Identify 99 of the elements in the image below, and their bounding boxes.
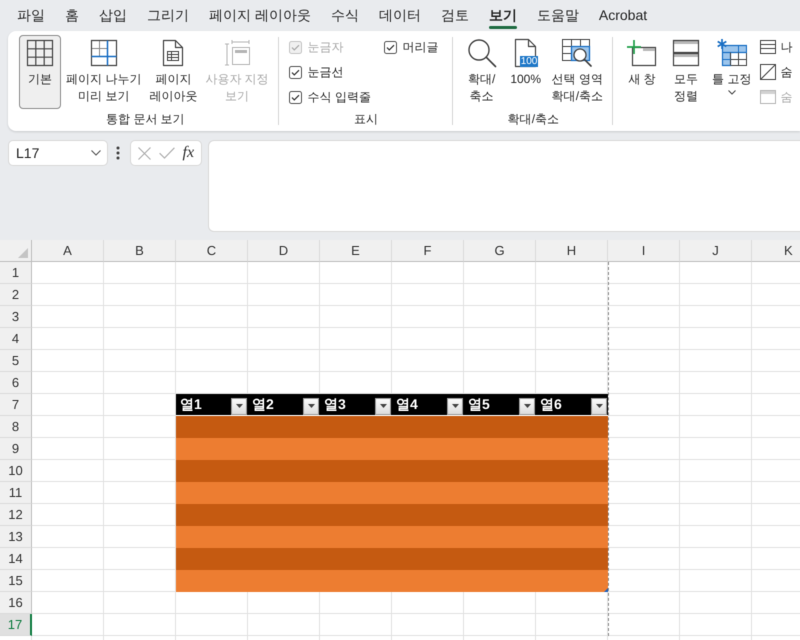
page-layout-icon: [162, 39, 184, 67]
row-header[interactable]: 9: [0, 438, 32, 460]
group-label: 통합 문서 보기: [105, 111, 186, 127]
table-header: 열1: [180, 396, 202, 414]
row-header[interactable]: 1: [0, 262, 32, 284]
column-header[interactable]: K: [752, 240, 800, 262]
menu-tab[interactable]: 페이지 레이아웃: [199, 0, 321, 31]
checkbox-label[interactable]: 눈금선: [308, 64, 344, 80]
zoom-to-selection-button[interactable]: 선택 영역 확대/축소: [548, 35, 606, 109]
window-plus-icon: [627, 39, 658, 67]
row-header[interactable]: 16: [0, 592, 32, 614]
caret-icon: [308, 404, 314, 408]
filter-dropdown-button[interactable]: [375, 398, 391, 414]
caret-icon: [452, 404, 458, 408]
row-header[interactable]: 4: [0, 328, 32, 350]
row-header[interactable]: 15: [0, 570, 32, 592]
column-header[interactable]: F: [392, 240, 464, 262]
row-header[interactable]: 3: [0, 306, 32, 328]
column-header[interactable]: B: [104, 240, 176, 262]
name-box[interactable]: L17: [8, 140, 108, 166]
row-header[interactable]: 13: [0, 526, 32, 548]
zoom-button[interactable]: 확대/ 축소: [460, 35, 503, 109]
row-header[interactable]: 6: [0, 372, 32, 394]
column-header[interactable]: A: [32, 240, 104, 262]
grid-icon: [26, 39, 54, 67]
checkbox[interactable]: [288, 66, 302, 78]
caret-icon: [380, 404, 386, 408]
row-header[interactable]: 7: [0, 394, 32, 416]
check-icon[interactable]: [158, 147, 175, 159]
magnifier-icon: [466, 38, 497, 68]
column-header[interactable]: I: [608, 240, 680, 262]
menu-tab[interactable]: 삽입: [89, 0, 137, 31]
row-header[interactable]: 5: [0, 350, 32, 372]
filter-dropdown-button[interactable]: [591, 398, 607, 414]
formula-input[interactable]: [208, 140, 800, 232]
row-header[interactable]: 10: [0, 460, 32, 482]
resize-handle-icon[interactable]: [604, 588, 608, 592]
page-break-grid-icon: [90, 39, 118, 67]
column-header[interactable]: D: [248, 240, 320, 262]
filter-dropdown-button[interactable]: [303, 398, 319, 414]
table-header: 열2: [252, 396, 274, 414]
hide-button[interactable]: 숨: [758, 60, 794, 84]
freeze-panes-button[interactable]: 틀 고정: [709, 35, 754, 109]
column-header[interactable]: C: [176, 240, 248, 262]
page-break-preview-button[interactable]: 페이지 나누기 미리 보기: [63, 35, 144, 109]
new-window-button[interactable]: 새 창: [621, 35, 664, 109]
arrange-all-button[interactable]: 모두 정렬: [665, 35, 708, 109]
grid-asterisk-icon: [716, 39, 747, 67]
row-header[interactable]: 12: [0, 504, 32, 526]
menu-tab[interactable]: 수식: [320, 0, 369, 31]
window-icon: [760, 90, 776, 104]
caret-icon: [236, 404, 242, 408]
menu-tab[interactable]: 데이터: [368, 0, 431, 31]
table-header: 열5: [468, 396, 490, 414]
row-header[interactable]: 2: [0, 284, 32, 306]
checkbox-label[interactable]: 수식 입력줄: [308, 88, 372, 106]
table-header: 열3: [324, 396, 346, 414]
zoom-100-button[interactable]: 100 100%: [504, 35, 547, 109]
group-label: 표시: [353, 111, 380, 127]
checkbox[interactable]: [384, 40, 397, 54]
column-header[interactable]: J: [680, 240, 752, 262]
group-label: 확대/축소: [506, 111, 560, 127]
column-header[interactable]: E: [320, 240, 392, 262]
vertical-dots-icon[interactable]: [116, 146, 120, 160]
triangle-icon: [18, 248, 28, 258]
insert-function-button[interactable]: fx: [182, 144, 194, 162]
ruler-window-icon: [223, 39, 252, 67]
row-header[interactable]: 11: [0, 482, 32, 504]
column-header[interactable]: G: [464, 240, 536, 262]
checkbox[interactable]: [288, 90, 302, 104]
checkbox-label[interactable]: 머리글: [402, 38, 439, 56]
caret-icon: [596, 404, 602, 408]
menu-tab[interactable]: 파일: [7, 0, 55, 31]
split-button[interactable]: 나: [758, 35, 794, 59]
caret-icon: [728, 90, 736, 95]
table-header: 열6: [540, 396, 562, 414]
menu-tab[interactable]: Acrobat: [588, 0, 658, 31]
caret-icon: [524, 404, 530, 408]
menu-tab[interactable]: 보기: [478, 0, 527, 31]
row-header[interactable]: 8: [0, 416, 32, 438]
menu-tab[interactable]: 그리기: [137, 0, 199, 31]
column-header[interactable]: H: [536, 240, 608, 262]
filter-dropdown-button[interactable]: [519, 398, 535, 414]
grid-magnifier-icon: [561, 38, 594, 68]
normal-view-button[interactable]: 기본: [19, 35, 61, 109]
page-layout-button[interactable]: 페이지 레이아웃: [146, 35, 200, 109]
filter-dropdown-button[interactable]: [447, 398, 463, 414]
menu-tab[interactable]: 홈: [55, 0, 89, 31]
split-window-icon: [760, 40, 776, 54]
row-header[interactable]: 17: [0, 614, 32, 636]
page-icon: [514, 38, 538, 68]
row-header[interactable]: 14: [0, 548, 32, 570]
menu-tab[interactable]: 검토: [430, 0, 479, 31]
stacked-windows-icon: [672, 39, 700, 67]
filter-dropdown-button[interactable]: [231, 398, 247, 414]
table-header: 열4: [396, 396, 418, 414]
menu-tab[interactable]: 도움말: [526, 0, 589, 31]
zoom-badge: 100: [520, 56, 538, 67]
chevron-down-icon[interactable]: [91, 150, 101, 156]
